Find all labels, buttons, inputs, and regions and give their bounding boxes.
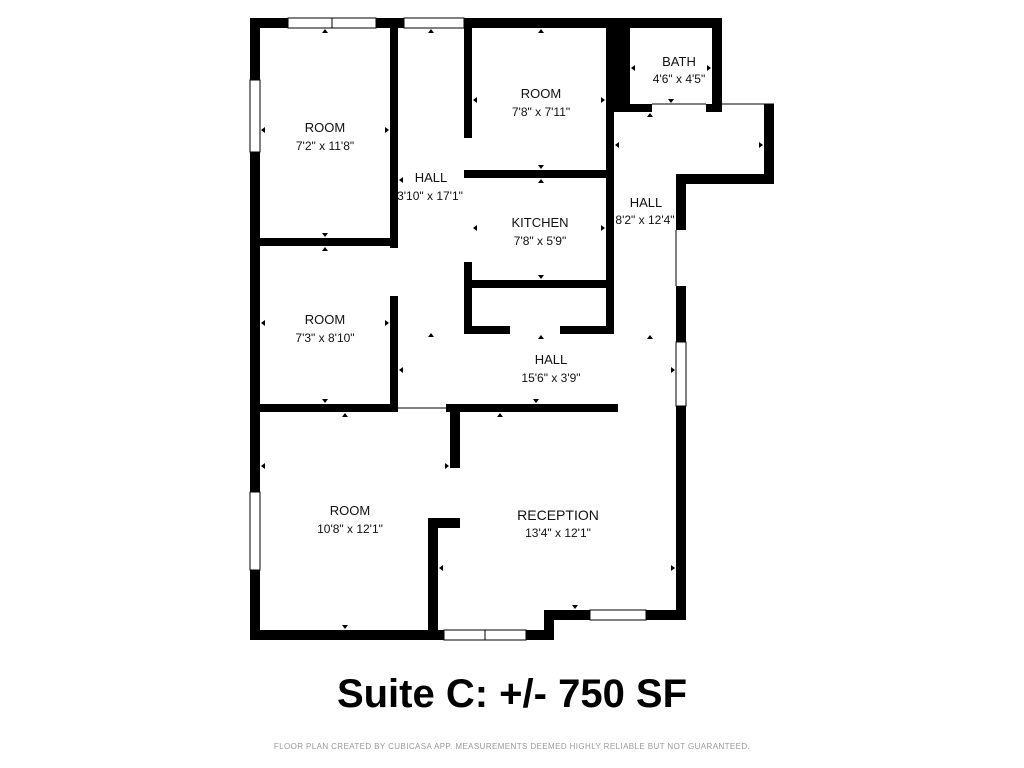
room-1-dims: 7'2" x 11'8" [296,139,354,153]
reception-name: RECEPTION [517,507,599,523]
door-markers [261,29,763,629]
thin-lines [398,103,774,409]
room-3-dims: 10'8" x 12'1" [317,522,383,536]
room-2-name: ROOM [305,312,345,327]
kitchen-dims: 7'8" x 5'9" [514,234,566,248]
hall-1-dims: 3'10" x 17'1" [397,189,463,203]
hall-2-dims: 8'2" x 12'4" [615,213,674,227]
bath-dims: 4'6" x 4'5" [653,72,705,86]
room-labels: ROOM 7'2" x 11'8" ROOM 7'3" x 8'10" ROOM… [295,54,705,540]
room-1-name: ROOM [305,120,345,135]
room-4-dims: 7'8" x 7'11" [512,105,570,119]
hall-1-name: HALL [415,170,448,185]
room-2-dims: 7'3" x 8'10" [295,331,354,345]
reception-dims: 13'4" x 12'1" [525,526,591,540]
suite-title: Suite C: +/- 750 SF [336,672,688,716]
room-4-name: ROOM [521,86,561,101]
hall-2-name: HALL [630,195,663,210]
floor-plan: ROOM 7'2" x 11'8" ROOM 7'3" x 8'10" ROOM… [249,17,774,641]
hall-3-name: HALL [535,352,568,367]
room-3-name: ROOM [330,503,370,518]
bath-name: BATH [662,54,696,69]
kitchen-name: KITCHEN [511,215,568,230]
hall-3-dims: 15'6" x 3'9" [521,371,580,385]
floor-plan-credit: FLOOR PLAN CREATED BY CUBICASA APP. MEAS… [273,742,751,751]
